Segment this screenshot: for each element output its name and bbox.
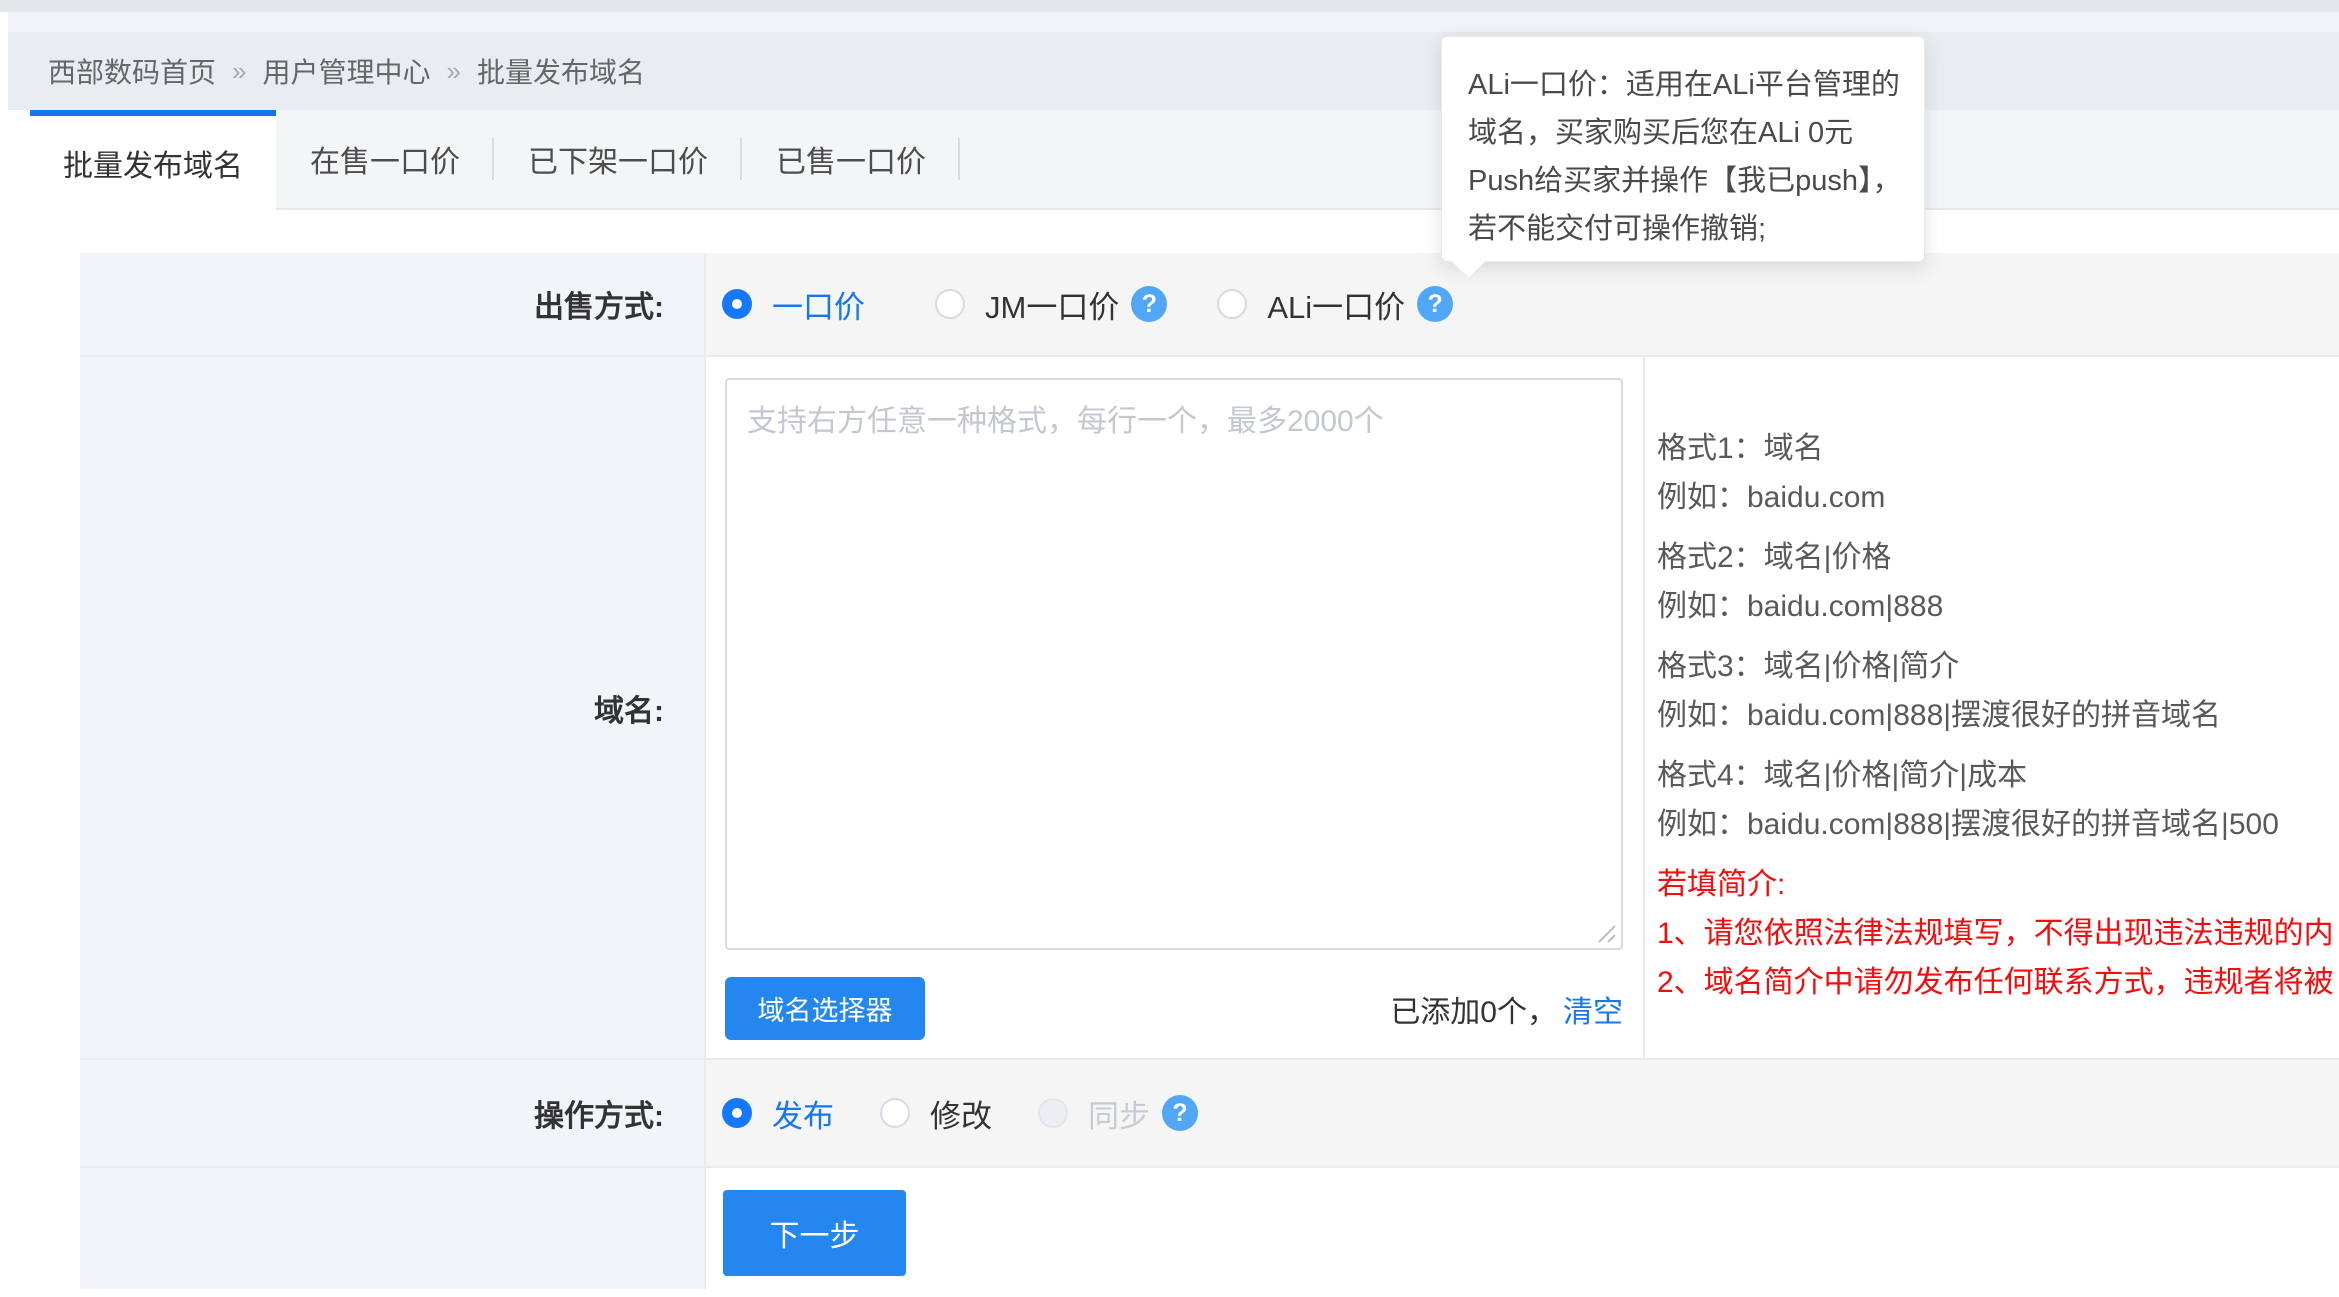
format-title: 格式2：域名|价格 xyxy=(1657,533,2339,582)
format-example: 例如：baidu.com|888 xyxy=(1657,582,2339,631)
format-example: 例如：baidu.com|888|摆渡很好的拼音域名 xyxy=(1657,691,2339,740)
radio-modify[interactable]: 修改 xyxy=(880,1091,992,1136)
radio-disabled-icon xyxy=(1038,1098,1068,1128)
format-title: 格式4：域名|价格|简介|成本 xyxy=(1657,751,2339,800)
spacer xyxy=(0,210,2339,253)
format-help-item: 格式4：域名|价格|简介|成本 例如：baidu.com|888|摆渡很好的拼音… xyxy=(1657,751,2339,849)
format-help-item: 格式1：域名 例如：baidu.com xyxy=(1657,424,2339,522)
sell-mode-options: 一口价 JM一口价 ? ALi一口价 ? xyxy=(706,253,2339,355)
radio-unselected-icon[interactable] xyxy=(880,1098,910,1128)
radio-label[interactable]: 发布 xyxy=(772,1091,834,1136)
radio-publish[interactable]: 发布 xyxy=(722,1091,834,1136)
window-top-strip xyxy=(0,0,2339,12)
domain-selector-button[interactable]: 域名选择器 xyxy=(725,977,925,1040)
row-domains: 域名: 域名选择器 已添加0个，清空 格式1：域名 xyxy=(80,355,2339,1058)
tab-label: 已下架一口价 xyxy=(528,137,708,181)
breadcrumb-separator-icon: » xyxy=(232,56,246,87)
format-warning-block: 若填简介: 1、请您依照法律法规填写，不得出现违法违规的内 2、域名简介中请勿发… xyxy=(1657,860,2339,1007)
format-title: 格式1：域名 xyxy=(1657,424,2339,473)
textarea-resize-handle[interactable] xyxy=(1594,921,1618,945)
tab-batch-publish[interactable]: 批量发布域名 xyxy=(30,110,276,210)
warning-line: 1、请您依照法律法规填写，不得出现违法违规的内 xyxy=(1657,909,2339,958)
radio-label[interactable]: ALi一口价 xyxy=(1267,282,1405,327)
help-icon[interactable]: ? xyxy=(1162,1095,1198,1131)
format-example: 例如：baidu.com xyxy=(1657,473,2339,522)
tooltip-text: ALi一口价：适用在ALi平台管理的域名，买家购买后您在ALi 0元Push给买… xyxy=(1468,69,1902,245)
tab-on-sale[interactable]: 在售一口价 xyxy=(276,110,494,208)
row-submit: 下一步 xyxy=(80,1166,2339,1289)
tab-bar-left-spacer xyxy=(0,110,30,210)
radio-label[interactable]: 修改 xyxy=(930,1091,992,1136)
radio-selected-icon[interactable] xyxy=(722,1098,752,1128)
submit-label-cell xyxy=(80,1168,706,1289)
tab-label: 批量发布域名 xyxy=(63,141,243,185)
format-title: 格式3：域名|价格|简介 xyxy=(1657,642,2339,691)
format-help-item: 格式2：域名|价格 例如：baidu.com|888 xyxy=(1657,533,2339,631)
format-example: 例如：baidu.com|888|摆渡很好的拼音域名|500 xyxy=(1657,800,2339,849)
warning-line: 2、域名简介中请勿发布任何联系方式，违规者将被 xyxy=(1657,958,2339,1007)
radio-label: 同步 xyxy=(1088,1091,1150,1136)
operation-mode-label: 操作方式: xyxy=(80,1060,706,1166)
warning-title: 若填简介: xyxy=(1657,860,2339,909)
domains-content: 域名选择器 已添加0个，清空 格式1：域名 例如：baidu.com 格式2：域… xyxy=(706,357,2339,1058)
help-icon[interactable]: ? xyxy=(1131,286,1167,322)
added-count: 已添加0个，清空 xyxy=(1390,987,1623,1031)
domains-textarea-wrap xyxy=(725,378,1623,950)
ali-help-tooltip: ALi一口价：适用在ALi平台管理的域名，买家购买后您在ALi 0元Push给买… xyxy=(1441,36,1925,262)
radio-ali-fixed-price[interactable]: ALi一口价 ? xyxy=(1217,282,1453,327)
domains-textarea[interactable] xyxy=(725,378,1623,950)
radio-fixed-price[interactable]: 一口价 xyxy=(722,282,865,327)
help-icon[interactable]: ? xyxy=(1417,286,1453,322)
radio-jm-fixed-price[interactable]: JM一口价 ? xyxy=(935,282,1167,327)
radio-unselected-icon[interactable] xyxy=(935,289,965,319)
operation-mode-options: 发布 修改 同步 ? xyxy=(706,1060,2339,1166)
radio-unselected-icon[interactable] xyxy=(1217,289,1247,319)
radio-label[interactable]: 一口价 xyxy=(772,282,865,327)
breadcrumb: 西部数码首页 » 用户管理中心 » 批量发布域名 xyxy=(8,32,2339,110)
domains-label: 域名: xyxy=(80,357,706,1058)
format-help-pane: 格式1：域名 例如：baidu.com 格式2：域名|价格 例如：baidu.c… xyxy=(1643,357,2339,1058)
tab-sold[interactable]: 已售一口价 xyxy=(742,110,960,208)
tab-delisted[interactable]: 已下架一口价 xyxy=(494,110,742,208)
publish-form: 出售方式: 一口价 JM一口价 ? ALi一口价 ? 域名: xyxy=(80,253,2339,1289)
sell-mode-label: 出售方式: xyxy=(80,253,706,355)
clear-link[interactable]: 清空 xyxy=(1563,996,1623,1029)
row-operation-mode: 操作方式: 发布 修改 同步 ? xyxy=(80,1058,2339,1166)
breadcrumb-item-user-center[interactable]: 用户管理中心 xyxy=(262,51,430,91)
breadcrumb-separator-icon: » xyxy=(447,56,461,87)
header-light-strip xyxy=(8,12,2339,32)
tab-label: 已售一口价 xyxy=(776,137,926,181)
radio-sync: 同步 ? xyxy=(1038,1091,1198,1136)
added-count-text: 已添加0个， xyxy=(1390,996,1557,1029)
submit-content: 下一步 xyxy=(706,1168,2339,1289)
radio-selected-icon[interactable] xyxy=(722,289,752,319)
tab-bar-rest: 在售一口价 已下架一口价 已售一口价 xyxy=(276,110,2339,210)
row-sell-mode: 出售方式: 一口价 JM一口价 ? ALi一口价 ? xyxy=(80,253,2339,355)
format-help-item: 格式3：域名|价格|简介 例如：baidu.com|888|摆渡很好的拼音域名 xyxy=(1657,642,2339,740)
breadcrumb-item-home[interactable]: 西部数码首页 xyxy=(48,51,216,91)
domains-input-pane: 域名选择器 已添加0个，清空 xyxy=(706,357,1643,1058)
tab-label: 在售一口价 xyxy=(310,137,460,181)
next-step-button[interactable]: 下一步 xyxy=(723,1190,906,1276)
tab-bar: 批量发布域名 在售一口价 已下架一口价 已售一口价 xyxy=(0,110,2339,210)
radio-label[interactable]: JM一口价 xyxy=(985,282,1119,327)
domains-toolbar: 域名选择器 已添加0个，清空 xyxy=(725,977,1623,1040)
breadcrumb-item-current: 批量发布域名 xyxy=(477,51,645,91)
